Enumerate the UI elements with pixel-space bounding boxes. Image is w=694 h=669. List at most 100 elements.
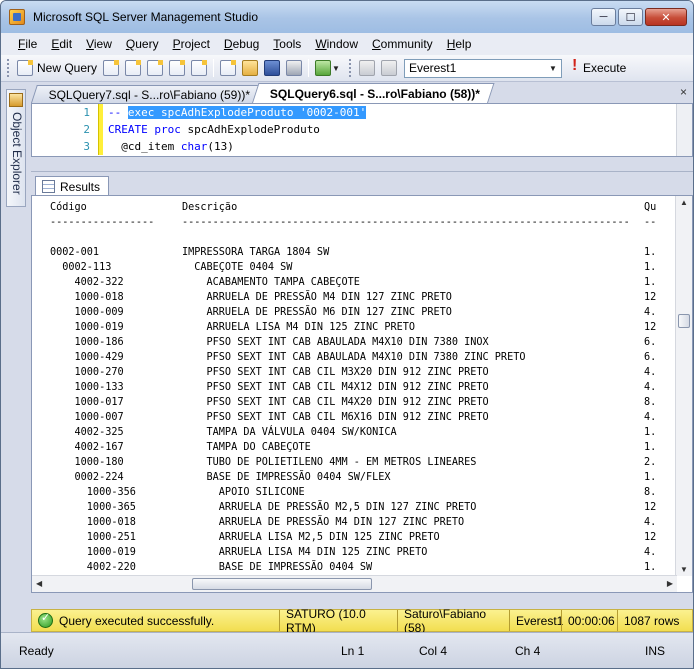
code-text[interactable]: -- exec spcAdhExplodeProduto '0002-001' … xyxy=(108,104,367,155)
results-grid-icon xyxy=(42,180,55,193)
close-document-icon[interactable]: × xyxy=(680,85,687,99)
editor-scrollbar[interactable] xyxy=(676,104,692,156)
result-row[interactable]: 4002-167 TAMPA DO CABEÇOTE 1. xyxy=(50,440,660,455)
activity-monitor-button[interactable]: ▼ xyxy=(312,57,343,79)
result-row[interactable]: 1000-365 ARRUELA DE PRESSÃO M2,5 DIN 127… xyxy=(50,500,660,515)
selected-text[interactable]: exec spcAdhExplodeProduto '0002-001' xyxy=(127,106,367,119)
proc-name: spcAdhExplodeProduto xyxy=(180,123,320,136)
menu-file[interactable]: File xyxy=(11,35,44,53)
result-quantity: 1. xyxy=(644,442,657,453)
result-row[interactable]: 1000-009 ARRUELA DE PRESSÃO M6 DIN 127 Z… xyxy=(50,305,660,320)
results-horizontal-scrollbar[interactable]: ◀ ▶ xyxy=(32,575,677,592)
save-button[interactable] xyxy=(261,57,283,79)
result-row[interactable]: 0002-113 CABEÇOTE 0404 SW 1. xyxy=(50,260,660,275)
result-row[interactable]: 1000-133 PFSO SEXT INT CAB CIL M4X12 DIN… xyxy=(50,380,660,395)
row-count: 1087 rows xyxy=(617,610,687,631)
scroll-up-icon[interactable]: ▲ xyxy=(680,198,688,207)
result-row[interactable]: 1000-356 APOIO SILICONE 8. xyxy=(50,485,660,500)
menu-project[interactable]: Project xyxy=(166,35,217,53)
result-row[interactable]: 1000-018 ARRUELA DE PRESSÃO M4 DIN 127 Z… xyxy=(50,290,660,305)
menu-view[interactable]: View xyxy=(79,35,119,53)
menu-debug[interactable]: Debug xyxy=(217,35,266,53)
column-indicator: Col 4 xyxy=(419,643,448,658)
xmla-query-button[interactable] xyxy=(166,57,188,79)
menu-community[interactable]: Community xyxy=(365,35,440,53)
result-description: IMPRESSORA TARGA 1804 SW xyxy=(182,247,330,258)
database-engine-query-button[interactable] xyxy=(100,57,122,79)
result-description: APOIO SILICONE xyxy=(182,487,305,498)
result-code: 1000-270 xyxy=(50,367,124,378)
result-code: 1000-356 xyxy=(50,487,136,498)
result-row[interactable]: 4002-322 ACABAMENTO TAMPA CABEÇOTE 1. xyxy=(50,275,660,290)
minimize-button[interactable]: ─ xyxy=(591,8,616,26)
result-quantity: 4. xyxy=(644,412,657,423)
result-description: Descrição xyxy=(182,202,238,213)
success-check-icon xyxy=(38,611,53,628)
result-row[interactable]: 1000-186 PFSO SEXT INT CAB ABAULADA M4X1… xyxy=(50,335,660,350)
result-description: PFSO SEXT INT CAB CIL M6X16 DIN 912 ZINC… xyxy=(182,412,489,423)
result-row[interactable]: 1000-007 PFSO SEXT INT CAB CIL M6X16 DIN… xyxy=(50,410,660,425)
close-button[interactable]: ✕ xyxy=(645,8,687,26)
scroll-left-icon[interactable]: ◀ xyxy=(36,579,42,588)
result-row[interactable]: 1000-018 ARRUELA DE PRESSÃO M4 DIN 127 Z… xyxy=(50,515,660,530)
sql-compact-query-button[interactable] xyxy=(188,57,210,79)
result-row[interactable]: 4002-220 BASE DE IMPRESSÃO 0404 SW 1. xyxy=(50,560,660,575)
result-row[interactable]: 1000-019 ARRUELA LISA M4 DIN 125 ZINC PR… xyxy=(50,545,660,560)
result-header-row[interactable]: Código Descrição Qu xyxy=(50,200,660,215)
title-bar[interactable]: Microsoft SQL Server Management Studio ─… xyxy=(1,1,693,33)
available-databases-select[interactable]: Everest1 ▼ xyxy=(403,58,562,78)
result-row[interactable]: 1000-180 TUBO DE POLIETILENO 4MM - EM ME… xyxy=(50,455,660,470)
open-file-button[interactable] xyxy=(239,57,261,79)
document-tab[interactable]: SQLQuery7.sql - S...ro\Fabiano (59))* xyxy=(31,85,265,103)
menu-edit[interactable]: Edit xyxy=(44,35,79,53)
scroll-right-icon[interactable]: ▶ xyxy=(667,579,673,588)
result-code: 1000-180 xyxy=(50,457,124,468)
menu-accelerator: D xyxy=(223,37,233,51)
keyword-create-proc: CREATE proc xyxy=(108,123,181,136)
result-row[interactable]: 1000-017 PFSO SEXT INT CAB CIL M4X20 DIN… xyxy=(50,395,660,410)
result-code: 1000-365 xyxy=(50,502,136,513)
results-text[interactable]: Código Descrição Qu ----------------- ------… xyxy=(50,200,660,592)
code-line[interactable]: CREATE proc spcAdhExplodeProduto xyxy=(108,121,366,138)
connect-button[interactable] xyxy=(356,57,378,79)
code-line[interactable]: -- exec spcAdhExplodeProduto '0002-001' xyxy=(108,104,367,121)
toolbar-grip[interactable] xyxy=(348,59,352,77)
maximize-button[interactable]: ☐ xyxy=(618,8,643,26)
query-editor[interactable]: 1 2 3 -- exec spcAdhExplodeProduto '0002… xyxy=(31,103,693,157)
result-row[interactable]: 1000-251 ARRUELA LISA M2,5 DIN 125 ZINC … xyxy=(50,530,660,545)
menu-query[interactable]: Query xyxy=(119,35,166,53)
print-button[interactable] xyxy=(283,57,305,79)
menu-window[interactable]: Window xyxy=(308,35,365,53)
toolbar-grip[interactable] xyxy=(7,59,10,77)
result-row[interactable]: 1000-019 ARRUELA LISA M4 DIN 125 ZINC PR… xyxy=(50,320,660,335)
analysis-services-query-button[interactable] xyxy=(122,57,144,79)
execute-button[interactable]: Execute xyxy=(580,57,629,79)
result-row[interactable]: 4002-325 TAMPA DA VÁLVULA 0404 SW/KONICA… xyxy=(50,425,660,440)
new-file-button[interactable] xyxy=(217,57,239,79)
result-code: 1000-017 xyxy=(50,397,124,408)
ssms-app-icon[interactable] xyxy=(9,9,25,25)
results-pane[interactable]: Código Descrição Qu ----------------- ------… xyxy=(31,195,693,593)
result-row[interactable]: 0002-001 IMPRESSORA TARGA 1804 SW 1. xyxy=(50,245,660,260)
result-separator-row[interactable]: ----------------- -----------------------… xyxy=(50,215,660,230)
results-vertical-scrollbar[interactable]: ▲ ▼ xyxy=(675,196,692,576)
result-row[interactable]: 1000-429 PFSO SEXT INT CAB ABAULADA M4X1… xyxy=(50,350,660,365)
object-explorer-tab[interactable]: Object Explorer xyxy=(6,89,26,207)
result-row[interactable]: 1000-270 PFSO SEXT INT CAB CIL M3X20 DIN… xyxy=(50,365,660,380)
menu-tools[interactable]: Tools xyxy=(266,35,308,53)
result-quantity: 4. xyxy=(644,517,657,528)
results-tab[interactable]: Results xyxy=(35,176,110,196)
result-row[interactable]: 0002-224 BASE DE IMPRESSÃO 0404 SW/FLEX 1… xyxy=(50,470,660,485)
code-line[interactable]: @cd_item char(13) xyxy=(108,138,366,155)
sql-compact-query-icon xyxy=(191,60,208,76)
change-connection-button[interactable] xyxy=(378,57,400,79)
scroll-down-icon[interactable]: ▼ xyxy=(680,565,688,574)
horizontal-scroll-thumb[interactable] xyxy=(192,578,372,590)
document-tab[interactable]: SQLQuery6.sql - S...ro\Fabiano (58))* xyxy=(252,83,495,103)
new-query-icon xyxy=(17,60,33,76)
new-query-button[interactable]: New Query xyxy=(14,57,100,79)
dmx-query-button[interactable] xyxy=(144,57,166,79)
vertical-scroll-thumb[interactable] xyxy=(678,314,690,328)
menu-help[interactable]: Help xyxy=(440,35,479,53)
document-tab-label: SQLQuery6.sql - S...ro\Fabiano (58))* xyxy=(270,87,481,101)
